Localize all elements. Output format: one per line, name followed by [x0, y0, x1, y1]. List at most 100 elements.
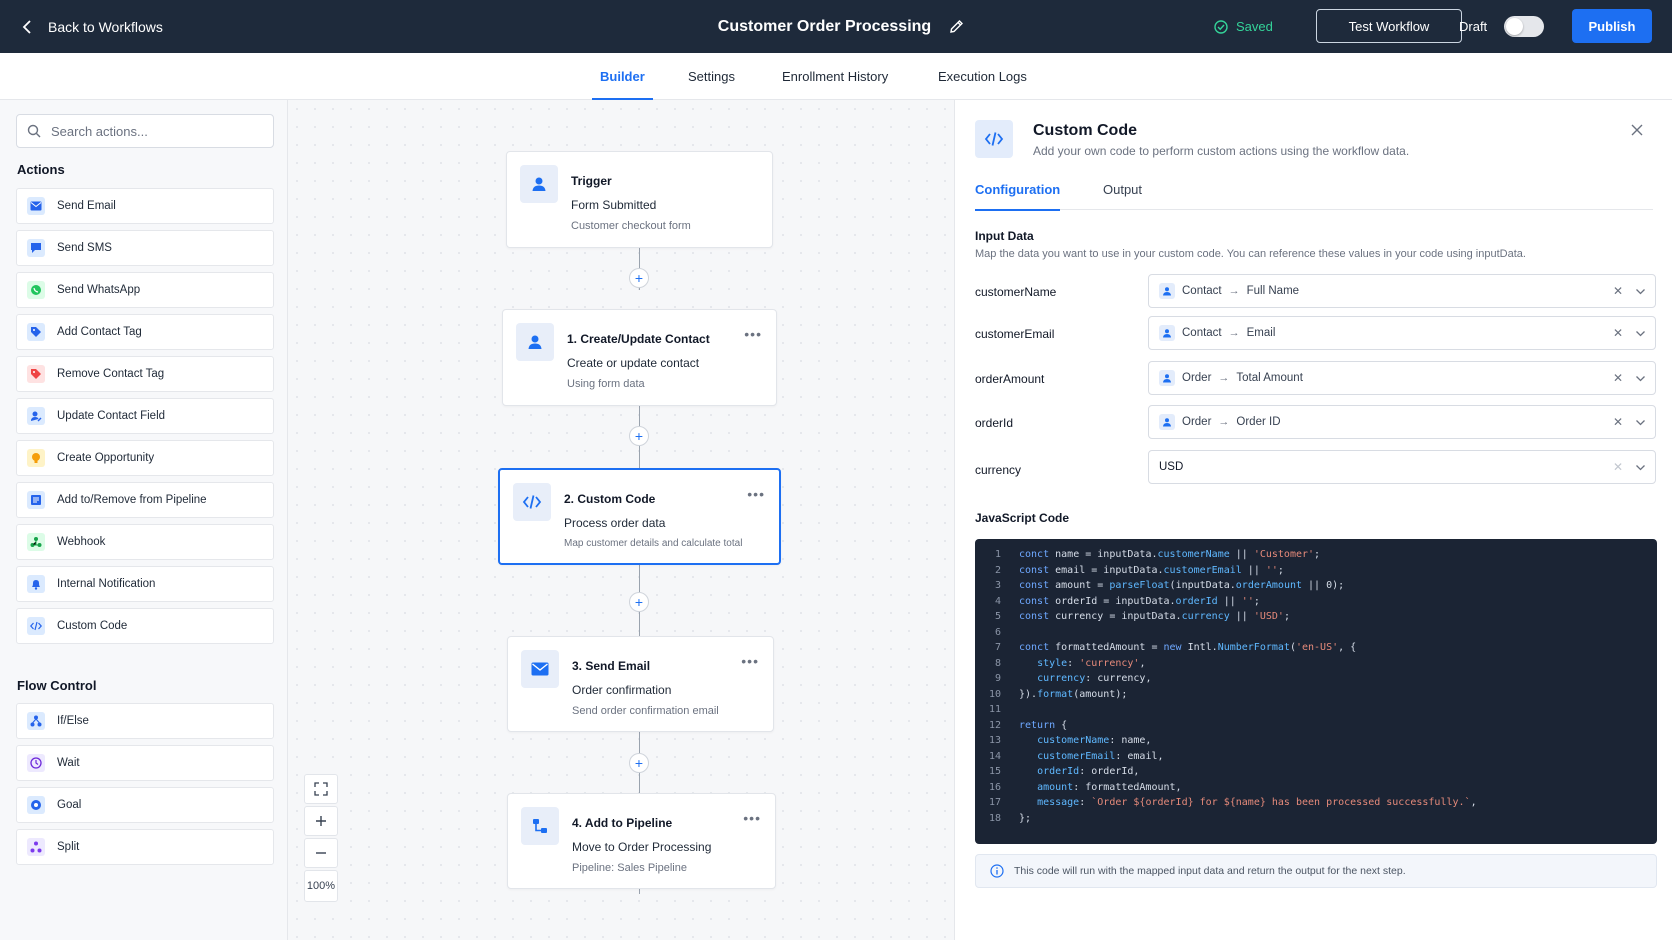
action-update-contact-field[interactable]: Update Contact Field: [16, 398, 274, 434]
line-number: 7: [994, 642, 1001, 654]
chevron-down-icon[interactable]: [1635, 462, 1646, 473]
zoom-out-button[interactable]: [304, 838, 338, 868]
code-line: 6: [975, 625, 1657, 641]
code-line: 17 message: `Order ${orderId} for ${name…: [975, 795, 1657, 811]
action-add-contact-tag[interactable]: Add Contact Tag: [16, 314, 274, 350]
code-editor[interactable]: 1 conct name = inputData.customerName || …: [975, 539, 1657, 844]
more-options-icon[interactable]: •••: [744, 326, 762, 342]
chevron-down-icon[interactable]: [1635, 417, 1646, 428]
zoom-in-button[interactable]: [304, 806, 338, 836]
add-step-button[interactable]: +: [629, 753, 649, 773]
line-number: 6: [994, 626, 1001, 638]
plus-icon: [316, 816, 326, 826]
back-to-workflows-link[interactable]: Back to Workflows: [22, 0, 163, 53]
code-line: 8 style: 'currency',: [975, 656, 1657, 672]
add-step-button[interactable]: +: [629, 268, 649, 288]
mapping-select-order-amount[interactable]: Order → Total Amount ✕: [1148, 361, 1656, 395]
step-node-create-contact[interactable]: 1. Create/Update Contact Create or updat…: [502, 309, 777, 406]
clear-icon[interactable]: ✕: [1613, 415, 1623, 429]
line-number: 4: [994, 595, 1001, 607]
search-input[interactable]: [51, 123, 251, 139]
tab-bar: Builder Settings Enrollment History Exec…: [0, 53, 1672, 100]
test-workflow-button[interactable]: Test Workflow: [1316, 9, 1462, 43]
action-create-opportunity[interactable]: Create Opportunity: [16, 440, 274, 476]
clear-icon[interactable]: ✕: [1613, 460, 1623, 474]
chevron-down-icon[interactable]: [1635, 286, 1646, 297]
flow-control-section-title: Flow Control: [17, 678, 97, 693]
clear-icon[interactable]: ✕: [1613, 371, 1623, 385]
code-text: const orderId = inputData.orderId || '';: [1019, 595, 1260, 607]
tab-output[interactable]: Output: [1103, 168, 1142, 210]
code-text: message: `Order ${orderId} for ${name} h…: [1037, 797, 1477, 809]
close-panel-button[interactable]: [1631, 120, 1643, 141]
action-add-remove-pipeline[interactable]: Add to/Remove from Pipeline: [16, 482, 274, 518]
tag-remove-icon: [27, 365, 45, 383]
mapping-label: orderId: [975, 416, 1014, 430]
more-options-icon[interactable]: •••: [741, 653, 759, 669]
line-number: 1: [994, 549, 1001, 561]
pencil-icon[interactable]: [949, 19, 964, 34]
flow-if-else[interactable]: If/Else: [16, 703, 274, 739]
action-send-sms[interactable]: Send SMS: [16, 230, 274, 266]
edit-user-icon: [27, 407, 45, 425]
more-options-icon[interactable]: •••: [743, 810, 761, 826]
trigger-node[interactable]: Trigger Form Submitted Customer checkout…: [506, 151, 773, 248]
workflow-canvas[interactable]: + + + + Trigger Form Submitted Customer …: [288, 100, 954, 940]
draft-toggle[interactable]: [1504, 16, 1544, 37]
tab-enrollment-history[interactable]: Enrollment History: [782, 53, 888, 100]
chevron-down-icon[interactable]: [1635, 373, 1646, 384]
action-custom-code[interactable]: Custom Code: [16, 608, 274, 644]
code-line: 14 customerEmail: email,: [975, 749, 1657, 765]
step-node-custom-code[interactable]: 2. Custom Code Process order data Map cu…: [498, 468, 781, 565]
step-node-send-email[interactable]: 3. Send Email Order confirmation Send or…: [507, 636, 774, 732]
line-number: 3: [994, 580, 1001, 592]
flow-wait[interactable]: Wait: [16, 745, 274, 781]
action-internal-notification[interactable]: Internal Notification: [16, 566, 274, 602]
action-label: Send WhatsApp: [57, 284, 141, 296]
more-options-icon[interactable]: •••: [747, 486, 765, 502]
mapping-select-currency[interactable]: USD ✕: [1148, 450, 1656, 484]
node-subtitle: Form Submitted: [571, 198, 657, 212]
code-text: conct formattedAmount = new Intl.NumberF…: [1019, 642, 1357, 654]
action-label: Send Email: [57, 200, 116, 212]
tab-configuration[interactable]: Configuration: [975, 168, 1061, 211]
node-description: Customer checkout form: [571, 220, 691, 232]
action-label: Create Opportunity: [57, 452, 155, 464]
node-description: Using form data: [567, 378, 645, 390]
code-line: 10}).format(amount);: [975, 687, 1657, 703]
add-step-button[interactable]: +: [629, 426, 649, 446]
clear-icon[interactable]: ✕: [1613, 284, 1623, 298]
search-box[interactable]: [16, 114, 274, 148]
pipeline-icon: [27, 491, 45, 509]
mapping-select-customer-email[interactable]: Contact → Email ✕: [1148, 316, 1656, 350]
action-send-whatsapp[interactable]: Send WhatsApp: [16, 272, 274, 308]
mapping-label: orderAmount: [975, 372, 1045, 386]
mapping-label: currency: [975, 463, 1022, 477]
add-step-button[interactable]: +: [629, 592, 649, 612]
tab-execution-logs[interactable]: Execution Logs: [938, 53, 1027, 100]
code-line: 13 customerName: name,: [975, 733, 1657, 749]
code-line: 5 const currency = inputData.currency || …: [975, 609, 1657, 625]
code-line: 16 amount: formattedAmount,: [975, 780, 1657, 796]
info-icon: [990, 864, 1004, 878]
flow-goal[interactable]: Goal: [16, 787, 274, 823]
code-icon: [27, 617, 45, 635]
flow-split[interactable]: Split: [16, 829, 274, 865]
mapping-select-order-id[interactable]: Order → Order ID ✕: [1148, 405, 1656, 439]
action-send-email[interactable]: Send Email: [16, 188, 274, 224]
clear-icon[interactable]: ✕: [1613, 326, 1623, 340]
publish-button[interactable]: Publish: [1572, 9, 1652, 43]
tab-settings[interactable]: Settings: [688, 53, 735, 100]
tab-builder[interactable]: Builder: [592, 53, 653, 100]
line-number: 2: [994, 564, 1001, 576]
chevron-down-icon[interactable]: [1635, 328, 1646, 339]
mapping-select-customer-name[interactable]: Contact → Full Name ✕: [1148, 274, 1656, 308]
fit-to-screen-button[interactable]: [304, 774, 338, 804]
step-node-add-to-pipeline[interactable]: 4. Add to Pipeline Move to Order Process…: [507, 793, 776, 889]
action-webhook[interactable]: Webhook: [16, 524, 274, 560]
info-text: This code will run with the mapped input…: [1014, 865, 1406, 877]
pipeline-icon: [521, 807, 559, 845]
action-remove-contact-tag[interactable]: Remove Contact Tag: [16, 356, 274, 392]
code-text: const amount = parseFloat(inputData.orde…: [1019, 580, 1345, 592]
action-label: Webhook: [57, 536, 106, 548]
